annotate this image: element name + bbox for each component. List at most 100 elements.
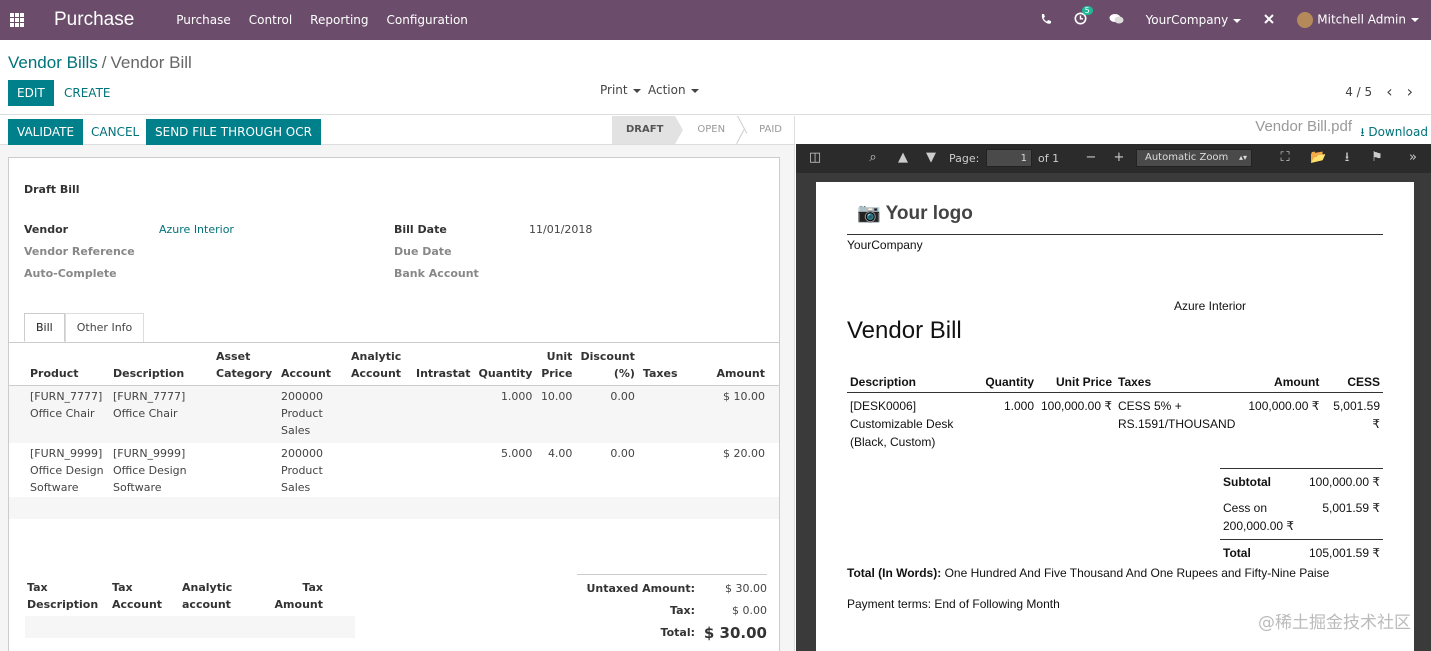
avatar [1297,12,1314,28]
totals-summary: Untaxed Amount: $ 30.00 Tax: $ 0.00 Total:… [577,574,767,641]
cancel-button[interactable]: CANCEL [83,119,147,145]
user-menu[interactable]: Mitchell Admin [1297,12,1419,28]
col-analytic-account[interactable]: Analytic Account [347,346,412,386]
tools-icon[interactable]: » [1406,151,1420,165]
form-title: Draft Bill [24,183,80,196]
status-stages: DRAFT OPEN PAID [612,116,794,144]
bill-date-field[interactable]: 11/01/2018 [529,223,592,236]
apps-menu-icon[interactable] [10,13,24,27]
attachment-preview: Vendor Bill.pdf ⭳ Download ◫ ⌕ ▲ ▼ Page:… [794,116,1431,651]
action-dropdown[interactable]: Action [648,83,699,97]
pager-next-icon[interactable]: › [1407,84,1413,100]
due-date-label: Due Date [394,245,452,258]
vendor-field[interactable]: Azure Interior [159,223,234,236]
notebook-tabs: Bill Other Info [24,313,145,342]
download-link[interactable]: ⭳ Download [1360,123,1428,144]
menu-reporting[interactable]: Reporting [310,13,368,27]
pager-value[interactable]: 4 / 5 [1345,85,1372,99]
col-amount[interactable]: Amount [683,346,779,386]
col-tax-account[interactable]: Tax Account [110,578,180,614]
create-button[interactable]: CREATE [56,80,119,106]
col-account[interactable]: Account [277,346,347,386]
bank-account-label: Bank Account [394,267,479,280]
presentation-mode-icon[interactable]: ⛶ [1278,151,1292,165]
edit-button[interactable]: EDIT [8,80,54,106]
pager-previous-icon[interactable]: ‹ [1386,84,1392,100]
pdf-title: Vendor Bill [847,317,962,344]
bookmark-icon[interactable]: ⚑ [1370,151,1384,165]
menu-configuration[interactable]: Configuration [387,13,468,27]
control-panel: Vendor Bills / Vendor Bill EDIT CREATE Pri… [0,40,1431,115]
vendor-label: Vendor [24,223,69,236]
open-file-icon[interactable]: 📂 [1310,151,1326,165]
col-tax-description[interactable]: Tax Description [25,578,110,614]
zoom-out-icon[interactable]: − [1084,151,1098,165]
pdf-company: YourCompany [847,238,923,252]
menu-control[interactable]: Control [249,13,292,27]
company-switcher[interactable]: YourCompany [1146,13,1242,27]
form-sheet: Draft Bill Vendor Azure Interior Vendor … [8,157,780,651]
validate-button[interactable]: VALIDATE [8,119,84,145]
stage-paid[interactable]: PAID [745,116,794,144]
total-value: $ 30.00 [703,624,767,642]
menu-purchase[interactable]: Purchase [176,13,231,27]
pdf-viewer: ◫ ⌕ ▲ ▼ Page: of 1 − + Automatic Zoom▴▾ … [796,144,1431,651]
previous-page-icon[interactable]: ▲ [896,151,910,165]
stage-open[interactable]: OPEN [683,116,737,144]
empty-tax-row [25,616,355,638]
pdf-partner: Azure Interior [1174,299,1247,313]
col-intrastat[interactable]: Intrastat [412,346,475,386]
col-taxes[interactable]: Taxes [638,346,684,386]
download-icon: ⭳ [1360,125,1365,139]
page-number-input[interactable] [986,149,1032,167]
print-dropdown[interactable]: Print [600,83,641,97]
vendor-reference-label: Vendor Reference [24,245,135,258]
download-pdf-icon[interactable]: ⭳ [1340,151,1354,165]
col-product[interactable]: Product [9,346,109,386]
invoice-lines-table: Product Description Asset Category Accou… [9,346,779,500]
tab-bill[interactable]: Bill [24,313,65,342]
col-unit-price[interactable]: Unit Price [536,346,577,386]
sidebar-toggle-icon[interactable]: ◫ [808,151,822,165]
pdf-total-in-words: Total (In Words): One Hundred And Five T… [847,566,1330,580]
zoom-in-icon[interactable]: + [1112,151,1126,165]
col-description[interactable]: Description [109,346,212,386]
pager: 4 / 5 ‹ › [1345,84,1413,100]
send-ocr-button[interactable]: SEND FILE THROUGH OCR [146,119,321,145]
attachment-name: Vendor Bill.pdf [1255,118,1352,135]
pdf-totals: Subtotal 100,000.00 ₹ Cess on 200,000.00 … [1220,468,1383,566]
attachment-header: Vendor Bill.pdf ⭳ Download [795,116,1431,144]
tab-other-info[interactable]: Other Info [64,313,145,342]
table-row[interactable]: [FURN_9999] Office Design Software [FURN… [9,443,779,500]
pdf-payment-terms: Payment terms: End of Following Month [847,597,1060,611]
zoom-select[interactable]: Automatic Zoom ▴▾ [1136,149,1252,167]
empty-table-row [9,497,779,519]
auto-complete-label: Auto-Complete [24,267,117,280]
next-page-icon[interactable]: ▼ [924,151,938,165]
activity-icon[interactable]: 5 [1074,6,1093,28]
col-tax-analytic-account[interactable]: Analytic account [180,578,265,614]
breadcrumb-current: Vendor Bill [110,53,192,72]
table-row[interactable]: [FURN_7777] Office Chair [FURN_7777] Off… [9,385,779,443]
untaxed-label: Untaxed Amount: [586,582,695,595]
company-logo: 📷 Your logo [857,203,973,224]
col-asset-category[interactable]: Asset Category [212,346,277,386]
untaxed-value: $ 30.00 [725,582,767,595]
search-icon[interactable]: ⌕ [866,151,880,165]
col-tax-amount[interactable]: Tax Amount [265,578,325,614]
pdf-page: 📷 Your logo YourCompany Azure Interior V… [816,182,1414,651]
top-navbar: Purchase Purchase Control Reporting Conf… [0,0,1431,40]
watermark: @稀土掘金技术社区 [1258,613,1411,633]
app-name: Purchase [54,9,135,30]
phone-icon[interactable] [1040,13,1052,28]
debug-icon[interactable] [1263,13,1275,28]
chat-icon[interactable] [1109,13,1124,28]
pdf-toolbar: ◫ ⌕ ▲ ▼ Page: of 1 − + Automatic Zoom▴▾ … [796,144,1431,173]
activity-count-badge: 5 [1081,6,1093,15]
col-quantity[interactable]: Quantity [474,346,537,386]
breadcrumb-vendor-bills[interactable]: Vendor Bills [8,53,98,72]
tax-value: $ 0.00 [732,604,767,617]
pdf-lines-table: Description Quantity Unit Price Taxes Am… [847,372,1383,455]
bill-date-label: Bill Date [394,223,447,236]
col-discount[interactable]: Discount (%) [576,346,639,386]
